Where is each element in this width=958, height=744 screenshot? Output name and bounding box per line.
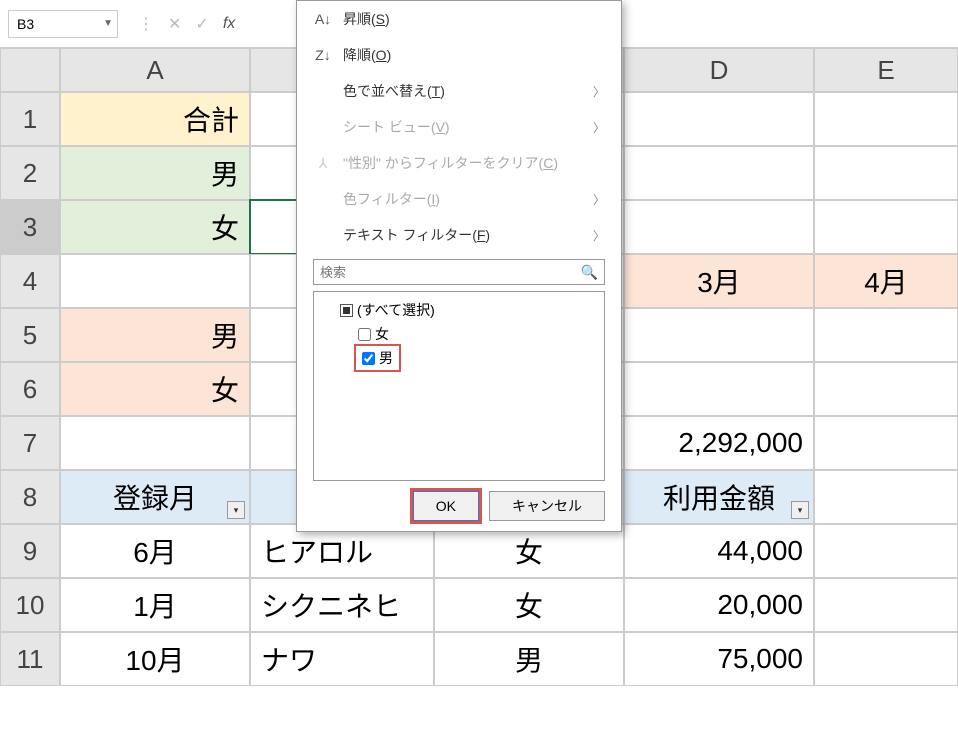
cell-E2[interactable] bbox=[814, 146, 958, 200]
name-box-dropdown-icon[interactable]: ▼ bbox=[103, 18, 113, 29]
cell-A4[interactable] bbox=[60, 254, 250, 308]
ellipsis-icon: ⋮ bbox=[138, 14, 154, 34]
chevron-right-icon: 〉 bbox=[593, 119, 605, 136]
row-header-11[interactable]: 11 bbox=[0, 632, 60, 686]
color-filter-item: 色フィルター(I) 〉 bbox=[297, 181, 621, 217]
sort-by-color-item[interactable]: 色で並べ替え(T) 〉 bbox=[297, 73, 621, 109]
checkbox-female[interactable] bbox=[358, 328, 371, 341]
cancel-button[interactable]: キャンセル bbox=[489, 491, 605, 521]
cell-D6[interactable] bbox=[624, 362, 814, 416]
row-header-4[interactable]: 4 bbox=[0, 254, 60, 308]
cell-A9[interactable]: 6月 bbox=[60, 524, 250, 578]
filter-button-row: OK キャンセル bbox=[297, 481, 621, 521]
cell-E8[interactable] bbox=[814, 470, 958, 524]
filter-option-label: 男 bbox=[379, 348, 393, 368]
filter-button-D[interactable]: ▾ bbox=[791, 501, 809, 519]
col-header-E[interactable]: E bbox=[814, 48, 958, 92]
cell-E5[interactable] bbox=[814, 308, 958, 362]
cell-A6[interactable]: 女 bbox=[60, 362, 250, 416]
text-filter-item[interactable]: テキスト フィルター(F) 〉 bbox=[297, 217, 621, 253]
clear-filter-item: ⅄ "性別" からフィルターをクリア(C) bbox=[297, 145, 621, 181]
cell-E11[interactable] bbox=[814, 632, 958, 686]
chevron-right-icon: 〉 bbox=[593, 191, 605, 208]
ok-button[interactable]: OK bbox=[413, 491, 479, 521]
cell-D8[interactable]: 利用金額 ▾ bbox=[624, 470, 814, 524]
formula-bar-icons: ⋮ ✕ ✓ fx bbox=[138, 14, 235, 34]
cell-D5[interactable] bbox=[624, 308, 814, 362]
cell-E3[interactable] bbox=[814, 200, 958, 254]
chevron-right-icon: 〉 bbox=[593, 227, 605, 244]
cell-C10[interactable]: 女 bbox=[434, 578, 624, 632]
chevron-right-icon: 〉 bbox=[593, 83, 605, 100]
col-header-D[interactable]: D bbox=[624, 48, 814, 92]
cell-C11[interactable]: 男 bbox=[434, 632, 624, 686]
row-header-5[interactable]: 5 bbox=[0, 308, 60, 362]
cancel-x-icon[interactable]: ✕ bbox=[168, 14, 181, 34]
cell-E1[interactable] bbox=[814, 92, 958, 146]
header-label: 利用金額 bbox=[663, 477, 775, 517]
search-icon: 🔍 bbox=[581, 264, 598, 281]
sort-desc-icon: Z↓ bbox=[313, 47, 333, 63]
filter-dropdown-panel: A↓ 昇順(S) Z↓ 降順(O) 色で並べ替え(T) 〉 シート ビュー(V)… bbox=[296, 0, 622, 532]
cell-D11[interactable]: 75,000 bbox=[624, 632, 814, 686]
header-label: 登録月 bbox=[113, 477, 197, 517]
select-all-row[interactable]: (すべて選択) bbox=[320, 298, 598, 322]
cell-A1[interactable]: 合計 bbox=[60, 92, 250, 146]
row-header-1[interactable]: 1 bbox=[0, 92, 60, 146]
row-header-6[interactable]: 6 bbox=[0, 362, 60, 416]
cell-C9[interactable]: 女 bbox=[434, 524, 624, 578]
checkbox-male[interactable] bbox=[362, 352, 375, 365]
cell-B10[interactable]: シクニネヒ bbox=[250, 578, 434, 632]
select-all-corner[interactable] bbox=[0, 48, 60, 92]
name-box-value: B3 bbox=[17, 16, 34, 32]
cell-D2[interactable] bbox=[624, 146, 814, 200]
cell-A7[interactable] bbox=[60, 416, 250, 470]
sheet-view-item: シート ビュー(V) 〉 bbox=[297, 109, 621, 145]
cell-E10[interactable] bbox=[814, 578, 958, 632]
cell-D3[interactable] bbox=[624, 200, 814, 254]
row-header-10[interactable]: 10 bbox=[0, 578, 60, 632]
filter-values-tree: (すべて選択) 女 男 bbox=[313, 291, 605, 481]
cell-A5[interactable]: 男 bbox=[60, 308, 250, 362]
cell-A2[interactable]: 男 bbox=[60, 146, 250, 200]
row-header-2[interactable]: 2 bbox=[0, 146, 60, 200]
row-header-8[interactable]: 8 bbox=[0, 470, 60, 524]
name-box[interactable]: B3 ▼ bbox=[8, 10, 118, 38]
filter-search-input[interactable] bbox=[320, 265, 581, 280]
sort-ascending-item[interactable]: A↓ 昇順(S) bbox=[297, 1, 621, 37]
cell-D10[interactable]: 20,000 bbox=[624, 578, 814, 632]
filter-option-male[interactable]: 男 bbox=[320, 346, 598, 370]
row-header-7[interactable]: 7 bbox=[0, 416, 60, 470]
cell-B9[interactable]: ヒアロル bbox=[250, 524, 434, 578]
row-header-9[interactable]: 9 bbox=[0, 524, 60, 578]
cell-A3[interactable]: 女 bbox=[60, 200, 250, 254]
col-header-A[interactable]: A bbox=[60, 48, 250, 92]
cell-D9[interactable]: 44,000 bbox=[624, 524, 814, 578]
cell-D7[interactable]: 2,292,000 bbox=[624, 416, 814, 470]
cell-E9[interactable] bbox=[814, 524, 958, 578]
filter-button-A[interactable]: ▾ bbox=[227, 501, 245, 519]
cell-E7[interactable] bbox=[814, 416, 958, 470]
row-header-3[interactable]: 3 bbox=[0, 200, 60, 254]
cell-A8[interactable]: 登録月 ▾ bbox=[60, 470, 250, 524]
sort-asc-icon: A↓ bbox=[313, 11, 333, 27]
tristate-checkbox-icon[interactable] bbox=[340, 304, 353, 317]
cell-E4[interactable]: 4月 bbox=[814, 254, 958, 308]
confirm-check-icon[interactable]: ✓ bbox=[195, 14, 208, 34]
cell-D1[interactable] bbox=[624, 92, 814, 146]
filter-search-box[interactable]: 🔍 bbox=[313, 259, 605, 285]
cell-E6[interactable] bbox=[814, 362, 958, 416]
cell-A11[interactable]: 10月 bbox=[60, 632, 250, 686]
fx-icon[interactable]: fx bbox=[223, 15, 235, 33]
filter-option-label: 女 bbox=[375, 324, 389, 344]
cell-D4[interactable]: 3月 bbox=[624, 254, 814, 308]
select-all-label: (すべて選択) bbox=[357, 300, 435, 320]
filter-option-female[interactable]: 女 bbox=[320, 322, 598, 346]
sort-descending-item[interactable]: Z↓ 降順(O) bbox=[297, 37, 621, 73]
cell-B11[interactable]: ナワ bbox=[250, 632, 434, 686]
cell-A10[interactable]: 1月 bbox=[60, 578, 250, 632]
funnel-clear-icon: ⅄ bbox=[313, 155, 333, 172]
